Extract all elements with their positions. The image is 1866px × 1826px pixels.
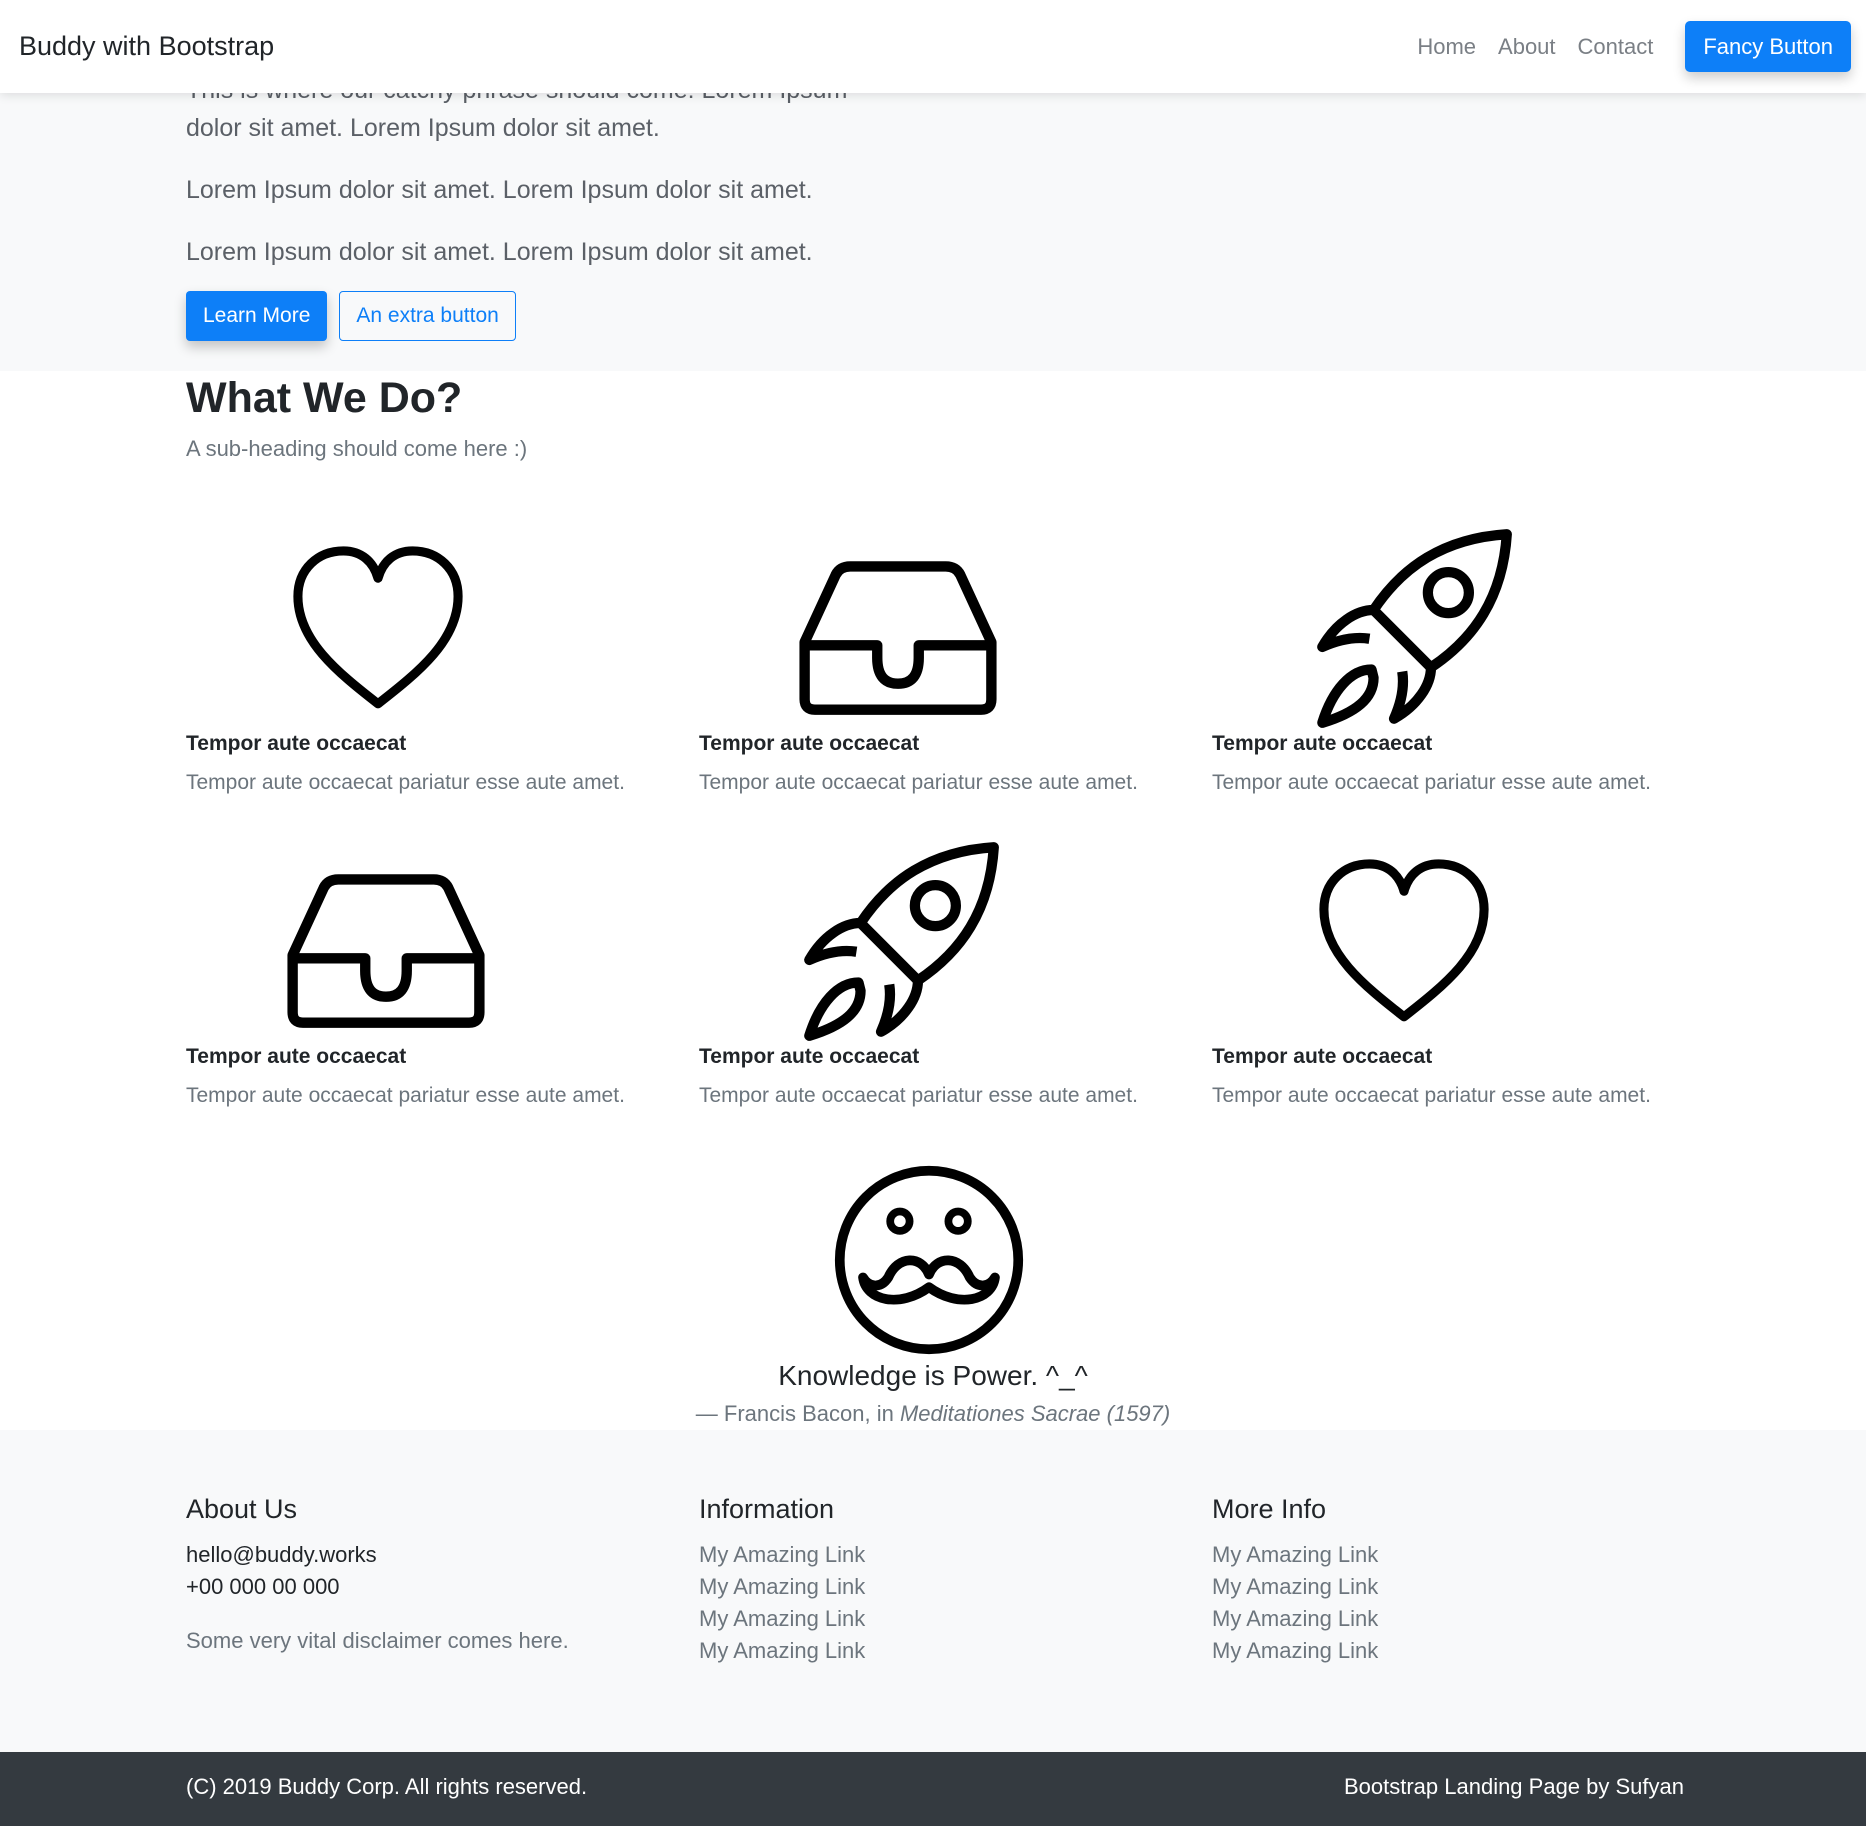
footer-link[interactable]: My Amazing Link xyxy=(1212,1635,1378,1667)
footer-phone: +00 000 00 000 xyxy=(186,1574,340,1599)
hero-paragraph: Lorem Ipsum dolor sit amet. Lorem Ipsum … xyxy=(186,238,813,266)
hero-section: This is where our catchy phrase should c… xyxy=(0,93,1866,371)
features-subtitle: A sub-heading should come here :) xyxy=(186,436,528,461)
heart-icon xyxy=(1308,853,1500,1035)
footer: About Us hello@buddy.works +00 000 00 00… xyxy=(0,1430,1866,1752)
copyright-bar: (C) 2019 Buddy Corp. All rights reserved… xyxy=(0,1752,1866,1826)
footer-more-info-title: More Info xyxy=(1212,1494,1327,1524)
hero-content: This is where our catchy phrase should c… xyxy=(186,93,906,341)
inbox-icon xyxy=(794,554,1002,720)
footer-information: Information My Amazing Link My Amazing L… xyxy=(699,1494,865,1667)
feature-title: Tempor aute occaecat xyxy=(1212,1045,1433,1068)
hero-buttons: Learn More An extra button xyxy=(186,291,906,341)
inbox-icon xyxy=(282,867,490,1033)
hero-catchphrase: This is where our catchy phrase should c… xyxy=(186,93,847,142)
rocket-icon xyxy=(797,839,1002,1044)
feature-description: Tempor aute occaecat pariatur esse aute … xyxy=(1212,771,1651,794)
quote-author: — Francis Bacon, in Meditationes Sacrae … xyxy=(0,1401,1866,1427)
features-title: What We Do? xyxy=(186,374,463,422)
feature-description: Tempor aute occaecat pariatur esse aute … xyxy=(186,1084,625,1107)
footer-about-title: About Us xyxy=(186,1494,298,1524)
brand-logo[interactable]: Buddy with Bootstrap xyxy=(19,31,274,62)
feature-title: Tempor aute occaecat xyxy=(186,732,407,755)
nav-links: Home About Contact Fancy Button xyxy=(1417,21,1851,72)
nav-about-link[interactable]: About xyxy=(1498,34,1556,60)
footer-link[interactable]: My Amazing Link xyxy=(1212,1603,1378,1635)
feature-title: Tempor aute occaecat xyxy=(699,1045,920,1068)
copyright-text: (C) 2019 Buddy Corp. All rights reserved… xyxy=(186,1774,588,1799)
fancy-button[interactable]: Fancy Button xyxy=(1685,21,1851,72)
feature-description: Tempor aute occaecat pariatur esse aute … xyxy=(1212,1084,1651,1107)
footer-more-info: More Info My Amazing Link My Amazing Lin… xyxy=(1212,1494,1378,1667)
footer-link[interactable]: My Amazing Link xyxy=(699,1539,865,1571)
quote-author-name: — Francis Bacon, in xyxy=(695,1401,894,1426)
quote-source: Meditationes Sacrae (1597) xyxy=(899,1401,1171,1426)
nav-contact-link[interactable]: Contact xyxy=(1578,34,1654,60)
feature-description: Tempor aute occaecat pariatur esse aute … xyxy=(699,1084,1138,1107)
nav-home-link[interactable]: Home xyxy=(1417,34,1476,60)
footer-email: hello@buddy.works xyxy=(186,1542,377,1567)
navbar: Buddy with Bootstrap Home About Contact … xyxy=(0,0,1866,93)
footer-link[interactable]: My Amazing Link xyxy=(699,1571,865,1603)
hero-paragraph: Lorem Ipsum dolor sit amet. Lorem Ipsum … xyxy=(186,176,813,204)
heart-icon xyxy=(282,540,474,722)
footer-information-title: Information xyxy=(699,1494,835,1524)
footer-link[interactable]: My Amazing Link xyxy=(699,1603,865,1635)
footer-disclaimer: Some very vital disclaimer comes here. xyxy=(186,1628,569,1653)
rocket-icon xyxy=(1310,526,1515,731)
quote-text: Knowledge is Power. ^_^ xyxy=(778,1360,1088,1391)
mustache-face-icon xyxy=(832,1163,1026,1357)
credit-text: Bootstrap Landing Page by Sufyan xyxy=(1343,1774,1684,1799)
footer-link[interactable]: My Amazing Link xyxy=(1212,1571,1378,1603)
feature-description: Tempor aute occaecat pariatur esse aute … xyxy=(186,771,625,794)
extra-button[interactable]: An extra button xyxy=(339,291,516,341)
footer-link[interactable]: My Amazing Link xyxy=(699,1635,865,1667)
footer-about: About Us hello@buddy.works +00 000 00 00… xyxy=(186,1494,569,1657)
feature-title: Tempor aute occaecat xyxy=(186,1045,407,1068)
feature-title: Tempor aute occaecat xyxy=(699,732,920,755)
learn-more-button[interactable]: Learn More xyxy=(186,291,328,341)
feature-title: Tempor aute occaecat xyxy=(1212,732,1433,755)
feature-description: Tempor aute occaecat pariatur esse aute … xyxy=(699,771,1138,794)
footer-link[interactable]: My Amazing Link xyxy=(1212,1539,1378,1571)
